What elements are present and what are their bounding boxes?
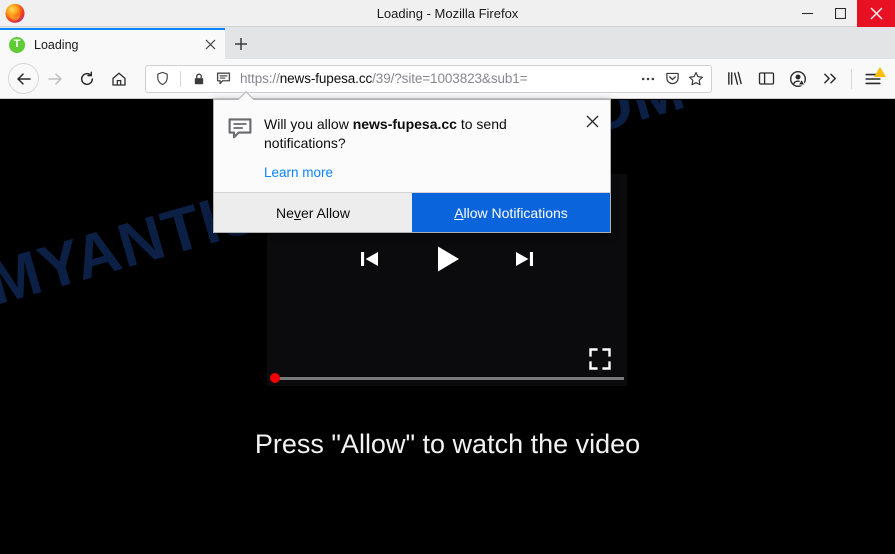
browser-window: Loading - Mozilla Firefox T Loading http… bbox=[0, 0, 895, 554]
reload-icon[interactable] bbox=[71, 63, 103, 95]
back-arrow-icon[interactable] bbox=[8, 63, 39, 94]
fullscreen-icon[interactable] bbox=[589, 348, 611, 370]
skip-previous-icon[interactable] bbox=[356, 245, 384, 273]
play-icon[interactable] bbox=[430, 242, 464, 276]
video-progress-bar[interactable] bbox=[270, 373, 624, 383]
tab-close-icon[interactable] bbox=[201, 36, 219, 54]
ellipsis-icon[interactable] bbox=[637, 68, 659, 90]
skip-next-icon[interactable] bbox=[510, 245, 538, 273]
padlock-icon[interactable] bbox=[188, 68, 210, 90]
warning-triangle-icon bbox=[874, 66, 886, 77]
tab-title: Loading bbox=[34, 37, 79, 52]
allow-notifications-button[interactable]: Allow Notifications bbox=[412, 193, 610, 232]
minimize-button[interactable] bbox=[791, 0, 824, 27]
toolbar-separator bbox=[851, 68, 852, 89]
progress-track bbox=[276, 376, 624, 380]
allow-suffix: llow Notifications bbox=[463, 204, 568, 221]
progress-handle[interactable] bbox=[270, 373, 280, 383]
shield-icon[interactable] bbox=[151, 68, 173, 90]
library-icon[interactable] bbox=[718, 64, 750, 94]
never-allow-prefix: Ne bbox=[276, 204, 294, 221]
url-host: news-fupesa.cc bbox=[279, 71, 373, 86]
sidebar-icon[interactable] bbox=[750, 64, 782, 94]
favicon-letter: T bbox=[13, 38, 21, 50]
popup-body: Will you allow news-fupesa.cc to send no… bbox=[214, 100, 610, 192]
double-chevron-icon[interactable] bbox=[814, 64, 846, 94]
permission-question: Will you allow news-fupesa.cc to send no… bbox=[264, 115, 575, 153]
close-window-button[interactable] bbox=[857, 0, 895, 27]
star-icon[interactable] bbox=[685, 68, 707, 90]
tab-strip: T Loading bbox=[0, 27, 895, 59]
never-allow-button[interactable]: Ne v er Allow bbox=[214, 193, 412, 232]
learn-more-link[interactable]: Learn more bbox=[264, 165, 333, 180]
speech-bubble-icon[interactable] bbox=[212, 68, 234, 90]
window-controls bbox=[791, 0, 895, 27]
popup-text: Will you allow news-fupesa.cc to send no… bbox=[255, 115, 597, 182]
navigation-toolbar: https://news-fupesa.cc/39/?site=1003823&… bbox=[0, 59, 895, 99]
url-actions bbox=[637, 68, 707, 90]
hamburger-menu-icon[interactable] bbox=[857, 64, 889, 94]
toolbar-right-actions bbox=[718, 64, 889, 94]
account-warning-icon[interactable] bbox=[782, 64, 814, 94]
identity-box[interactable] bbox=[151, 68, 234, 90]
never-allow-suffix: er Allow bbox=[300, 204, 350, 221]
notification-permission-popup: Will you allow news-fupesa.cc to send no… bbox=[213, 99, 611, 233]
title-bar: Loading - Mozilla Firefox bbox=[0, 0, 895, 27]
question-host: news-fupesa.cc bbox=[352, 116, 457, 132]
pocket-icon[interactable] bbox=[661, 68, 683, 90]
speech-bubble-icon bbox=[227, 115, 255, 182]
url-scheme: https:// bbox=[240, 71, 280, 86]
url-text[interactable]: https://news-fupesa.cc/39/?site=1003823&… bbox=[240, 71, 637, 86]
maximize-button[interactable] bbox=[824, 0, 857, 27]
close-icon[interactable] bbox=[584, 113, 600, 129]
browser-tab[interactable]: T Loading bbox=[0, 28, 225, 59]
never-allow-accesskey: v bbox=[293, 204, 301, 221]
window-title: Loading - Mozilla Firefox bbox=[376, 5, 519, 21]
identity-separator bbox=[180, 70, 181, 87]
home-icon[interactable] bbox=[103, 63, 135, 95]
popup-anchor-arrow bbox=[238, 91, 254, 100]
url-path: /39/?site=1003823&sub1= bbox=[372, 71, 528, 86]
address-bar[interactable]: https://news-fupesa.cc/39/?site=1003823&… bbox=[145, 64, 712, 93]
firefox-logo-icon bbox=[4, 2, 26, 24]
cta-message: Press "Allow" to watch the video bbox=[254, 429, 641, 459]
new-tab-button[interactable] bbox=[225, 28, 257, 59]
question-prefix: Will you allow bbox=[264, 116, 353, 132]
green-t-favicon: T bbox=[9, 36, 25, 53]
player-controls bbox=[267, 242, 627, 276]
popup-actions: Ne v er Allow Allow Notifications bbox=[214, 192, 610, 232]
allow-accesskey: A bbox=[454, 204, 464, 221]
forward-arrow-icon bbox=[39, 63, 71, 95]
